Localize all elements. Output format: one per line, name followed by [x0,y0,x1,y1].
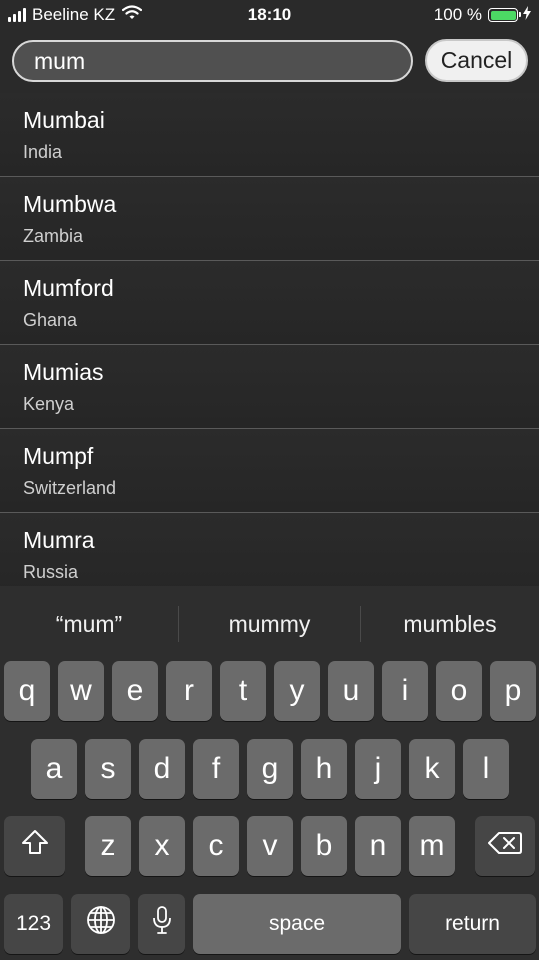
key-h[interactable]: h [301,739,347,799]
result-country: India [23,142,63,162]
key-s[interactable]: s [85,739,131,799]
suggestion-item[interactable]: mumbles [361,606,539,642]
space-key[interactable]: space [193,894,401,954]
key-k[interactable]: k [409,739,455,799]
result-country: Zambia [23,226,84,246]
key-b[interactable]: b [301,816,347,876]
shift-key[interactable] [4,816,65,876]
result-country: Russia [23,562,79,582]
key-z[interactable]: z [85,816,131,876]
key-p[interactable]: p [490,661,536,721]
result-row[interactable]: Mumra Russia [0,513,539,596]
cancel-button[interactable]: Cancel [425,39,528,82]
result-row[interactable]: Mumford Ghana [0,261,539,345]
key-y[interactable]: y [274,661,320,721]
search-field[interactable] [12,40,413,82]
result-country: Kenya [23,394,75,414]
status-bar: Beeline KZ 18:10 100 % [0,0,539,30]
globe-icon [86,905,116,943]
result-country: Switzerland [23,478,117,498]
dictation-key[interactable] [138,894,185,954]
battery-icon [488,8,521,22]
suggestion-item[interactable]: “mum” [0,606,178,642]
result-city: Mumra [23,527,95,553]
numbers-key[interactable]: 123 [4,894,63,954]
key-g[interactable]: g [247,739,293,799]
result-row[interactable]: Mumbai India [0,93,539,177]
search-input[interactable] [34,42,394,80]
result-city: Mumpf [23,443,94,469]
backspace-icon [488,829,522,863]
key-o[interactable]: o [436,661,482,721]
result-country: Ghana [23,310,78,330]
suggestion-bar: “mum” mummy mumbles [0,586,539,660]
results-list: Mumbai India Mumbwa Zambia Mumford Ghana… [0,93,539,596]
key-i[interactable]: i [382,661,428,721]
key-v[interactable]: v [247,816,293,876]
shift-icon [20,828,50,864]
key-q[interactable]: q [4,661,50,721]
battery-percent: 100 % [433,5,482,24]
key-d[interactable]: d [139,739,185,799]
key-e[interactable]: e [112,661,158,721]
key-j[interactable]: j [355,739,401,799]
charging-bolt-icon [523,5,531,25]
key-w[interactable]: w [58,661,104,721]
result-row[interactable]: Mumias Kenya [0,345,539,429]
key-m[interactable]: m [409,816,455,876]
suggestion-item[interactable]: mummy [179,606,360,642]
key-n[interactable]: n [355,816,401,876]
result-row[interactable]: Mumpf Switzerland [0,429,539,513]
key-f[interactable]: f [193,739,239,799]
return-key[interactable]: return [409,894,536,954]
microphone-icon [152,905,172,943]
backspace-key[interactable] [475,816,535,876]
key-a[interactable]: a [31,739,77,799]
key-t[interactable]: t [220,661,266,721]
key-u[interactable]: u [328,661,374,721]
key-c[interactable]: c [193,816,239,876]
key-l[interactable]: l [463,739,509,799]
result-city: Mumbai [23,107,105,133]
key-r[interactable]: r [166,661,212,721]
key-x[interactable]: x [139,816,185,876]
keyboard: “mum” mummy mumbles q w e r t y u i o p … [0,586,539,960]
result-city: Mumbwa [23,191,117,217]
result-city: Mumford [23,275,114,301]
globe-key[interactable] [71,894,130,954]
result-city: Mumias [23,359,104,385]
result-row[interactable]: Mumbwa Zambia [0,177,539,261]
